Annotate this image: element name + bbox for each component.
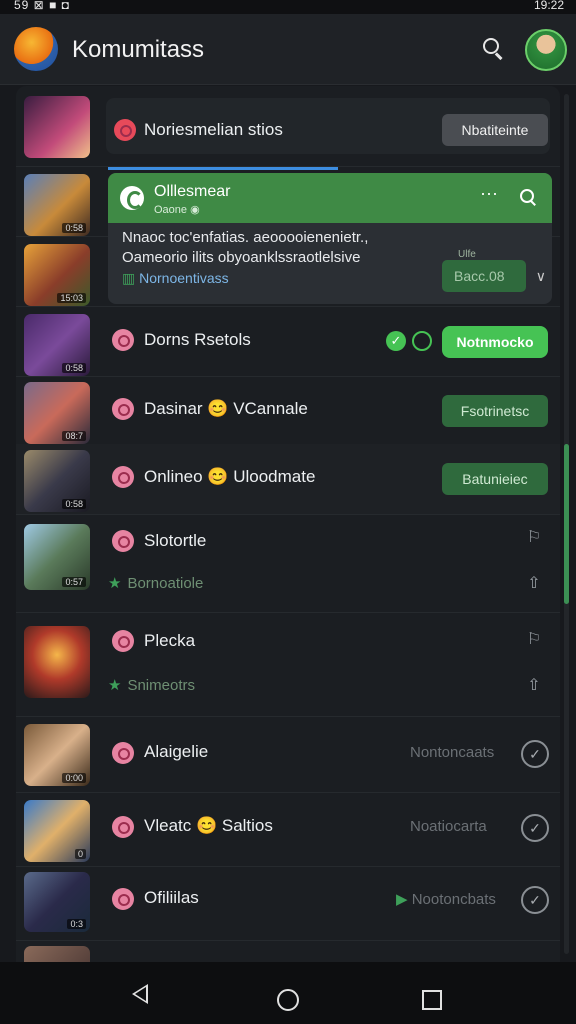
chat-name: Noriesmelian stios	[144, 120, 283, 139]
chat-name: Vleatc 😊 Saltios	[144, 816, 273, 835]
status-icon	[112, 816, 134, 838]
popup-action-button[interactable]: Bacc.08 ∨	[442, 260, 546, 292]
scroll-thumb[interactable]	[564, 444, 569, 604]
status-time: 19:22	[533, 0, 564, 12]
status-text: Nontoncaats	[410, 744, 495, 761]
share-icon[interactable]: ⇧	[524, 676, 544, 696]
list-item[interactable]	[16, 940, 560, 962]
app-title: Komumitass	[72, 36, 205, 63]
thumbnail: 0:58	[24, 314, 90, 376]
thumbnail: 08:7	[24, 382, 90, 444]
chat-name: Alaigelie	[144, 742, 209, 761]
search-icon[interactable]	[518, 187, 538, 207]
chat-name: Dasinar 😊 VCannale	[144, 399, 308, 418]
action-button[interactable]: Nbatiteinte	[442, 114, 548, 146]
check-circle-icon[interactable]: ✓	[521, 740, 549, 768]
status-icon	[112, 888, 134, 910]
check-circle-icon[interactable]: ✓	[521, 814, 549, 842]
bookmark-icon[interactable]: ⚐	[524, 630, 544, 650]
more-icon[interactable]: ···	[480, 183, 498, 204]
thumbnail	[24, 626, 90, 698]
chevron-down-icon: ∨	[535, 268, 546, 284]
list-item[interactable]: 0 Vleatc 😊 Saltios Noatiocarta ✓	[16, 792, 560, 867]
message-popup[interactable]: Olllesmear Oaone ◉ ··· Nnaoc toc'enfatia…	[108, 173, 552, 304]
status-bar: 59 ⊠ ■ ◘ 19:22	[0, 0, 576, 14]
list-item[interactable]: Plecka ★ Snimeotrs ⚐ ⇧	[16, 612, 560, 717]
thumbnail: 0:58	[24, 174, 90, 236]
check-circle-icon[interactable]: ✓	[521, 886, 549, 914]
action-button[interactable]: Notnmocko	[442, 326, 548, 358]
popup-title: Olllesmear	[154, 183, 231, 200]
status-icon	[112, 742, 134, 764]
scrollbar[interactable]	[564, 94, 569, 954]
thumbnail: 15:03	[24, 244, 90, 306]
list-item[interactable]: 0:00 Alaigelie Nontoncaats ✓	[16, 716, 560, 793]
list-item[interactable]: 0:3 Ofiliilas ▶ Nootoncbats ✓	[16, 866, 560, 941]
popup-header: Olllesmear Oaone ◉ ···	[108, 173, 552, 223]
progress-bar	[108, 167, 338, 170]
thumbnail: 0:3	[24, 872, 90, 932]
back-icon[interactable]	[132, 984, 148, 1004]
chat-subtitle: ★ Bornoatiole	[108, 575, 204, 592]
app-icon	[120, 186, 144, 210]
app-bar: Komumitass	[0, 14, 576, 85]
check-icon: ✓	[386, 331, 406, 351]
status-text: Noatiocarta	[410, 818, 487, 835]
chat-subtitle: ★ Snimeotrs	[108, 677, 195, 694]
bookmark-icon[interactable]: ⚐	[524, 528, 544, 548]
sync-icon	[412, 331, 432, 351]
list-item[interactable]: 08:7 Dasinar 😊 VCannale Fsotrinetsc	[16, 376, 560, 445]
popup-body-line2: Oameorio ilits obyoanklssraotlelsive	[122, 249, 361, 266]
chat-name: Slotortle	[144, 531, 207, 550]
status-left: 59 ⊠ ■ ◘	[14, 0, 70, 12]
chat-name: Plecka	[144, 631, 196, 650]
app-logo	[14, 27, 58, 71]
thumbnail: 0	[24, 800, 90, 862]
recent-apps-icon[interactable]	[422, 990, 442, 1010]
popup-body-line1: Nnaoc toc'enfatias. aeooooienenietr.,	[122, 229, 369, 246]
status-icon	[112, 466, 134, 488]
popup-link[interactable]: ▥ Nornoentivass	[122, 270, 229, 287]
status-icon	[112, 530, 134, 552]
status-icon	[114, 119, 136, 141]
share-icon[interactable]: ⇧	[524, 574, 544, 594]
chat-name: Onlineo 😊 Uloodmate	[144, 467, 316, 486]
chat-name: Ofiliilas	[144, 888, 199, 907]
avatar[interactable]	[525, 29, 567, 71]
system-nav-bar	[0, 962, 576, 1024]
thumbnail	[24, 96, 90, 158]
list-item[interactable]: Noriesmelian stios Nbatiteinte	[16, 86, 560, 167]
thumbnail: 0:57	[24, 524, 90, 590]
list-item[interactable]: 0:57 Slotortle ★ Bornoatiole ⚐ ⇧	[16, 514, 560, 613]
action-button[interactable]: Batunieiec	[442, 463, 548, 495]
popup-subtitle: Oaone ◉	[154, 204, 200, 216]
home-icon[interactable]	[277, 989, 299, 1011]
chat-name: Dorns Rsetols	[144, 330, 251, 349]
status-icon	[112, 329, 134, 351]
thumbnail: 0:58	[24, 450, 90, 512]
thumbnail: 0:00	[24, 724, 90, 786]
action-button[interactable]: Fsotrinetsc	[442, 395, 548, 427]
list-item[interactable]: 0:58 Onlineo 😊 Uloodmate Batunieiec	[16, 444, 560, 515]
chat-list: Noriesmelian stios Nbatiteinte 0:58 15:0…	[16, 86, 560, 962]
status-text: ▶ Nootoncbats	[396, 891, 496, 908]
popup-faint-text: Ulfe	[458, 249, 476, 260]
status-icon	[112, 398, 134, 420]
list-item[interactable]: 0:58 Dorns Rsetols ✓ Notnmocko	[16, 306, 560, 377]
search-icon[interactable]	[480, 36, 506, 62]
status-icon	[112, 630, 134, 652]
thumbnail	[24, 946, 90, 962]
